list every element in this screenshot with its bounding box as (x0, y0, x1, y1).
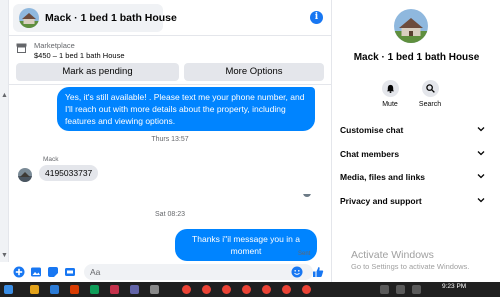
chevron-down-icon (477, 127, 485, 132)
office-icon[interactable] (70, 285, 79, 294)
seen-indicator-avatar (303, 189, 311, 197)
like-thumb-icon[interactable] (312, 266, 324, 278)
conversation-name: Mack · 1 bed 1 bath House (353, 52, 480, 63)
section-label: Chat members (340, 149, 400, 159)
scroll-down-arrow-icon[interactable]: ▼ (1, 252, 8, 259)
chrome-icon[interactable] (222, 285, 231, 294)
conversation-title-button[interactable]: Mack · 1 bed 1 bath House (13, 4, 177, 32)
media-files-links-section[interactable]: Media, files and links (340, 172, 485, 182)
marketplace-label: Marketplace (34, 41, 75, 50)
clock-time[interactable]: 9:23 PM (442, 283, 466, 290)
section-label: Privacy and support (340, 196, 422, 206)
chrome-icon[interactable] (282, 285, 291, 294)
message-composer: Aa (9, 262, 331, 282)
chevron-down-icon (477, 151, 485, 156)
message-timestamp: Thurs 13:57 (151, 136, 189, 143)
mail-icon[interactable] (50, 285, 59, 294)
sticker-icon[interactable] (47, 266, 59, 278)
chrome-icon[interactable] (182, 285, 191, 294)
bell-icon (386, 84, 394, 93)
listing-avatar (19, 8, 39, 28)
chevron-down-icon (477, 198, 485, 203)
marketplace-store-icon (16, 43, 27, 53)
search-label: Search (418, 101, 442, 108)
sender-avatar[interactable] (18, 168, 32, 182)
message-status: Sent (298, 251, 311, 257)
app-icon[interactable] (130, 285, 139, 294)
volume-icon[interactable] (412, 285, 421, 294)
chrome-icon[interactable] (302, 285, 311, 294)
app-icon[interactable] (150, 285, 159, 294)
start-icon[interactable] (4, 285, 13, 294)
search-icon (425, 84, 435, 93)
more-options-button[interactable]: More Options (184, 63, 324, 81)
chrome-icon[interactable] (242, 285, 251, 294)
gif-icon[interactable] (64, 266, 76, 278)
info-icon[interactable]: i (310, 11, 323, 24)
activate-windows-title: Activate Windows (351, 249, 434, 261)
app-icon[interactable] (90, 285, 99, 294)
chat-members-section[interactable]: Chat members (340, 149, 485, 159)
chevron-down-icon (477, 174, 485, 179)
chrome-icon[interactable] (262, 285, 271, 294)
message-input[interactable]: Aa (84, 264, 313, 280)
customise-chat-section[interactable]: Customise chat (340, 125, 485, 135)
privacy-support-section[interactable]: Privacy and support (340, 196, 485, 206)
system-tray-icon[interactable] (380, 285, 389, 294)
chrome-icon[interactable] (202, 285, 211, 294)
search-button[interactable]: Search (412, 80, 448, 108)
mute-label: Mute (382, 101, 398, 108)
section-label: Customise chat (340, 125, 404, 135)
windows-taskbar: 9:23 PM (0, 282, 500, 297)
incoming-message[interactable]: 4195033737 (39, 165, 99, 181)
conversation-title: Mack · 1 bed 1 bath House (45, 12, 177, 24)
sender-name: Mack (43, 156, 59, 163)
left-edge-strip: ▲ ▼ (0, 0, 9, 262)
plus-circle-icon[interactable] (13, 266, 25, 278)
message-thread: Yes, it's still available! . Please text… (9, 85, 331, 261)
chat-panel: Mack · 1 bed 1 bath House i Marketplace … (9, 0, 337, 262)
outgoing-message[interactable]: Thanks i"il message you in a moment (175, 229, 317, 261)
marketplace-listing-card: Marketplace $450 – 1 bed 1 bath House Ma… (9, 37, 331, 85)
network-icon[interactable] (396, 285, 405, 294)
app-icon[interactable] (110, 285, 119, 294)
chat-header: Mack · 1 bed 1 bath House i (9, 0, 331, 36)
listing-price-title[interactable]: $450 – 1 bed 1 bath House (34, 51, 125, 60)
emoji-icon[interactable] (291, 266, 303, 278)
listing-avatar-large (394, 9, 428, 43)
message-timestamp: Sat 08:23 (155, 211, 185, 218)
section-label: Media, files and links (340, 172, 426, 182)
conversation-info-panel: Mack · 1 bed 1 bath House Mute Search Cu… (331, 0, 500, 282)
mute-button[interactable]: Mute (372, 80, 408, 108)
activate-windows-subtitle: Go to Settings to activate Windows. (351, 262, 470, 271)
scroll-up-arrow-icon[interactable]: ▲ (1, 92, 8, 99)
file-explorer-icon[interactable] (30, 285, 39, 294)
photo-icon[interactable] (30, 266, 42, 278)
outgoing-message[interactable]: Yes, it's still available! . Please text… (57, 87, 315, 131)
mark-as-pending-button[interactable]: Mark as pending (16, 63, 179, 81)
